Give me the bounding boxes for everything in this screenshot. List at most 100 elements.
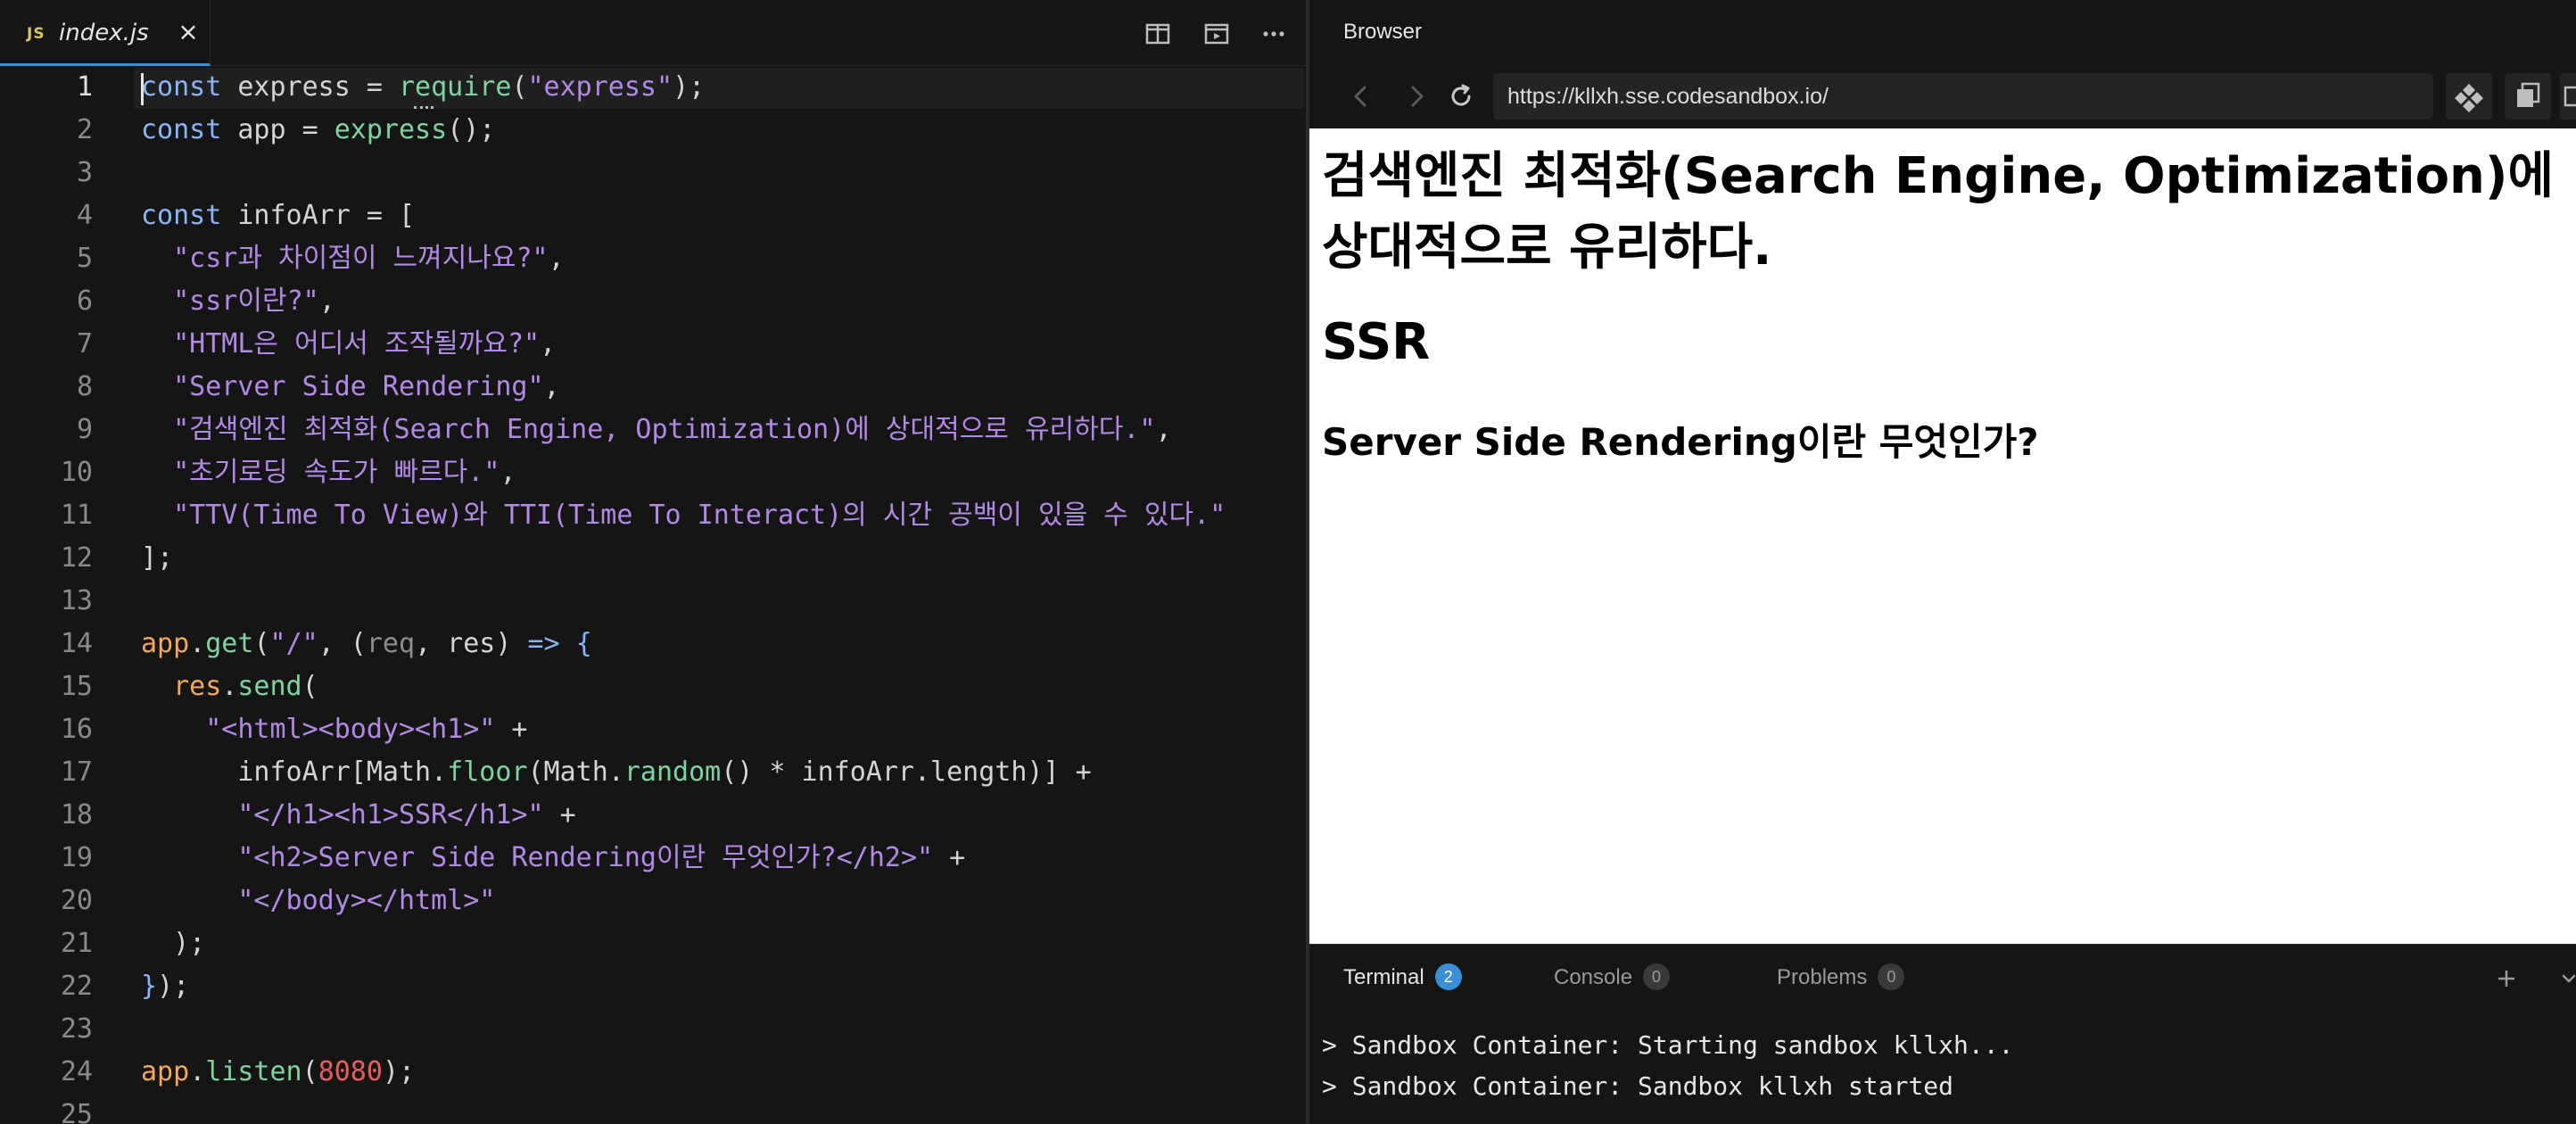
code-line[interactable]: 25 <box>0 1094 1308 1124</box>
code-token: , <box>540 328 557 360</box>
line-number: 5 <box>76 243 93 274</box>
browser-viewport[interactable]: 검색엔진 최적화(Search Engine, Optimization)에 상… <box>1309 128 2576 944</box>
address-bar[interactable]: https://kllxh.sse.codesandbox.io/ <box>1493 73 2433 120</box>
tab-terminal-label: Terminal <box>1343 965 1424 989</box>
split-editor-icon[interactable] <box>1142 18 1174 50</box>
code-token: "초기로딩 속도가 빠르다." <box>141 457 500 488</box>
page-heading-1: 검색엔진 최적화(Search Engine, Optimization)에 상… <box>1322 147 2555 277</box>
page-heading-ssr: SSR <box>1322 313 1431 371</box>
url-text[interactable]: https://kllxh.sse.codesandbox.io/ <box>1507 84 1829 110</box>
code-line[interactable]: 10 "초기로딩 속도가 빠르다.", <box>0 451 1308 494</box>
code-line[interactable]: 8 "Server Side Rendering", <box>0 366 1308 409</box>
chevron-down-icon[interactable] <box>2558 963 2576 995</box>
code-line[interactable]: 16 "<html><body><h1>" + <box>0 708 1308 751</box>
codesandbox-icon[interactable] <box>2446 73 2492 120</box>
code-text: "</body></html>" <box>141 880 495 922</box>
line-number: 22 <box>60 971 93 1002</box>
line-number: 1 <box>76 71 93 103</box>
code-line[interactable]: 19 "<h2>Server Side Rendering이란 무엇인가?</h… <box>0 837 1308 880</box>
code-line[interactable]: 4 const infoArr = [ <box>0 194 1308 237</box>
code-token: "검색엔진 최적화(Search Engine, Optimization)에 … <box>141 414 1156 445</box>
code-text: "<html><body><h1>" + <box>141 708 527 751</box>
tab-filename: index.js <box>59 20 149 46</box>
code-token: "</h1><h1>SSR</h1>" <box>237 799 544 831</box>
code-token: , res) <box>415 628 528 659</box>
close-icon[interactable]: × <box>175 14 202 50</box>
code-line[interactable]: 15 res.send( <box>0 665 1308 708</box>
line-number: 9 <box>76 414 93 445</box>
code-token: "<html><body><h1>" <box>205 714 496 745</box>
code-token: ]; <box>141 542 174 574</box>
terminal-count-badge: 2 <box>1434 963 1462 990</box>
code-line[interactable]: 18 "</h1><h1>SSR</h1>" + <box>0 794 1308 837</box>
code-line[interactable]: 14 app.get("/", (req, res) => { <box>0 623 1308 665</box>
line-number: 20 <box>60 885 93 916</box>
code-area[interactable]: 1 const express = require("express"); 2 con… <box>0 66 1308 1124</box>
code-line[interactable]: 23 <box>0 1008 1308 1051</box>
code-token: const <box>141 114 222 145</box>
code-line[interactable]: 1 const express = require("express"); <box>0 66 1308 109</box>
code-line[interactable]: 7 "HTML은 어디서 조작될까요?", <box>0 323 1308 366</box>
code-token: , <box>1155 414 1172 445</box>
tab-index-js[interactable]: JS index.js × <box>0 0 211 66</box>
copy-icon[interactable] <box>2505 73 2551 120</box>
code-token: send <box>237 671 302 702</box>
line-number: 21 <box>60 928 93 959</box>
code-line[interactable]: 17 infoArr[Math.floor(Math.random() * in… <box>0 751 1308 794</box>
code-line[interactable]: 2 const app = express(); <box>0 109 1308 152</box>
code-line[interactable]: 22}); <box>0 965 1308 1008</box>
code-token: () * infoArr.length)] + <box>721 756 1092 788</box>
back-icon[interactable] <box>1342 77 1381 116</box>
code-token: . <box>221 671 238 702</box>
bottom-panel: Terminal 2 Console 0 Problems 0 > Sandbox C… <box>1309 944 2576 1124</box>
code-token: listen <box>205 1056 302 1087</box>
code-token: ( <box>511 71 528 103</box>
refresh-icon[interactable] <box>1441 77 1481 116</box>
code-line[interactable]: 21 ); <box>0 922 1308 965</box>
code-line[interactable]: 6 "ssr이란?", <box>0 280 1308 323</box>
code-token: (Math. <box>527 756 624 788</box>
browser-title: Browser <box>1343 20 1423 44</box>
code-line[interactable]: 5 "csr과 차이점이 느껴지나요?", <box>0 237 1308 280</box>
tab-console[interactable]: Console 0 <box>1554 957 1671 998</box>
more-icon[interactable] <box>1258 18 1290 50</box>
code-token: infoArr = [ <box>221 200 416 231</box>
code-token: app = <box>221 114 334 145</box>
code-token: + <box>933 842 966 873</box>
code-token: express <box>334 114 448 145</box>
code-text: "<h2>Server Side Rendering이란 무엇인가?</h2>"… <box>141 837 965 880</box>
code-token: get <box>205 628 254 659</box>
code-line[interactable]: 20 "</body></html>" <box>0 880 1308 922</box>
tab-terminal[interactable]: Terminal 2 <box>1343 957 1462 998</box>
code-line[interactable]: 13 <box>0 580 1308 623</box>
code-token: const <box>141 71 222 103</box>
code-token: , <box>543 371 560 402</box>
code-token: req <box>366 628 416 659</box>
add-icon[interactable] <box>2490 963 2522 995</box>
line-number: 13 <box>60 585 93 616</box>
code-text: "초기로딩 속도가 빠르다.", <box>141 451 516 494</box>
forward-icon[interactable] <box>1397 77 1436 116</box>
code-token: "csr과 차이점이 느껴지나요?" <box>141 243 549 274</box>
line-number: 6 <box>76 285 93 317</box>
code-token: "HTML은 어디서 조작될까요?" <box>141 328 541 360</box>
code-line[interactable]: 3 <box>0 152 1308 194</box>
code-token: "express" <box>527 71 673 103</box>
preview-icon[interactable] <box>1201 18 1233 50</box>
code-token: . <box>189 1056 206 1087</box>
code-line[interactable]: 12]; <box>0 537 1308 580</box>
code-line[interactable]: 11 "TTV(Time To View)와 TTI(Time To Inter… <box>0 494 1308 537</box>
line-number: 24 <box>60 1056 93 1087</box>
code-token: "TTV(Time To View)와 TTI(Time To Interact… <box>141 500 1226 531</box>
open-new-window-icon[interactable] <box>2560 73 2576 120</box>
tab-problems[interactable]: Problems 0 <box>1777 957 1905 998</box>
code-line[interactable]: 9 "검색엔진 최적화(Search Engine, Optimization)… <box>0 409 1308 451</box>
line-number: 10 <box>60 457 93 488</box>
code-token: "/" <box>269 628 318 659</box>
code-text: ); <box>141 922 205 965</box>
code-token: } <box>141 971 158 1002</box>
code-line[interactable]: 24 app.listen(8080); <box>0 1051 1308 1094</box>
terminal-line: > Sandbox Container: Starting sandbox kl… <box>1322 1030 2014 1060</box>
